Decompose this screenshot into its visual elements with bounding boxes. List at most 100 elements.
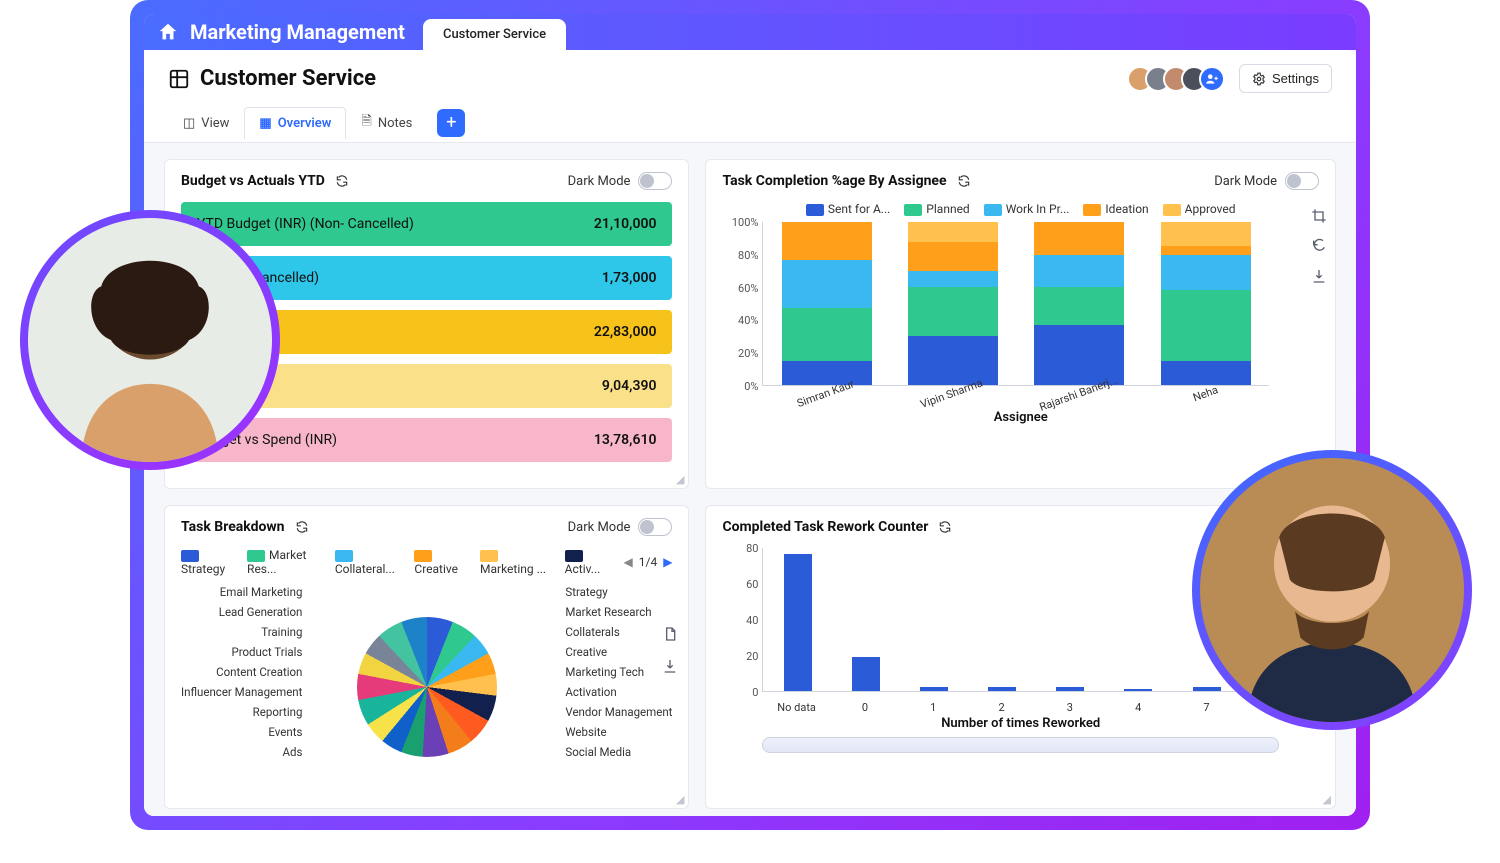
pie-label: Marketing Tech (565, 662, 672, 682)
x-tick-label: 2 (967, 701, 1035, 714)
darkmode-label: Dark Mode (1214, 174, 1277, 189)
panel-rework-title: Completed Task Rework Counter (722, 519, 928, 535)
decorative-avatar-left (20, 210, 280, 470)
panel-task-completion: Task Completion %age By Assignee Dark Mo… (705, 159, 1336, 489)
stacked-bar[interactable] (1034, 222, 1124, 385)
darkmode-toggle[interactable] (1285, 172, 1319, 190)
bar[interactable] (773, 554, 821, 691)
dashboard-grid: Budget vs Actuals YTD Dark Mode YTD Budg… (144, 143, 1356, 816)
subtab-notes[interactable]: 🗎 Notes (346, 103, 427, 142)
page-title-text: Customer Service (200, 66, 376, 91)
x-tick-label: 1 (899, 701, 967, 714)
settings-button[interactable]: Settings (1239, 64, 1332, 93)
legend-item[interactable]: Strategy (181, 548, 237, 576)
stacked-bar[interactable] (1161, 222, 1251, 385)
budget-row-label: YTD Budget (INR) (Non- Cancelled) (197, 216, 414, 232)
legend-item[interactable]: Sent for A... (806, 202, 890, 216)
x-tick-label: 0 (831, 701, 899, 714)
y-tick-label: 40 (726, 614, 758, 627)
refresh-icon[interactable] (938, 520, 952, 534)
legend-item[interactable]: Ideation (1083, 202, 1148, 216)
add-tab-button[interactable]: + (437, 109, 465, 137)
y-tick-label: 0 (726, 686, 758, 699)
home-icon[interactable] (154, 18, 182, 46)
rotate-icon[interactable] (1311, 238, 1327, 254)
darkmode-label: Dark Mode (568, 520, 631, 535)
subtab-overview[interactable]: ▦ Overview (244, 107, 346, 139)
pie-label: Creative (565, 642, 672, 662)
legend-item[interactable]: Planned (904, 202, 969, 216)
pie-labels-right: StrategyMarket ResearchCollateralsCreati… (565, 582, 672, 762)
app-window: Marketing Management Customer Service Cu… (144, 14, 1356, 816)
bar[interactable] (1183, 687, 1231, 691)
add-member-icon[interactable] (1199, 66, 1225, 92)
pie-label: Reporting (181, 702, 302, 722)
pie-label: Collaterals (565, 622, 672, 642)
crop-icon[interactable] (1311, 208, 1327, 224)
refresh-icon[interactable] (335, 174, 349, 188)
bar[interactable] (1114, 689, 1162, 691)
panel-completion-title: Task Completion %age By Assignee (722, 173, 946, 189)
refresh-icon[interactable] (957, 174, 971, 188)
bar[interactable] (842, 657, 890, 691)
legend-item[interactable]: Collateral... (335, 548, 405, 576)
pie-labels-left: Email MarketingLead GenerationTrainingPr… (181, 582, 302, 762)
chevron-right-icon[interactable]: ▶ (663, 555, 672, 569)
budget-row[interactable]: Budget vs Spend (INR)13,78,610 (181, 418, 672, 462)
subtab-view[interactable]: ◫ View (168, 107, 244, 139)
bar[interactable] (910, 687, 958, 691)
pie-label: Training (181, 622, 302, 642)
y-tick-label: 100% (722, 216, 758, 229)
tab-customer-service[interactable]: Customer Service (423, 19, 566, 50)
chart-scrollbar[interactable] (762, 737, 1279, 753)
page-body: Customer Service (144, 50, 1356, 816)
pie-label: Email Marketing (181, 582, 302, 602)
download-icon[interactable] (1311, 268, 1327, 284)
bar[interactable] (1046, 687, 1094, 691)
chart-legend: Sent for A... Planned Work In Pr... Ideatio… (722, 202, 1319, 216)
darkmode-toggle[interactable] (638, 172, 672, 190)
x-tick-label: 7 (1172, 701, 1240, 714)
panel-breakdown-title: Task Breakdown (181, 519, 285, 535)
pager-text: 1/4 (639, 555, 657, 569)
member-avatars[interactable] (1135, 66, 1225, 92)
app-gradient-frame: Marketing Management Customer Service Cu… (130, 0, 1370, 830)
pie-label: Product Trials (181, 642, 302, 662)
y-tick-label: 60% (722, 282, 758, 295)
budget-row-value: 1,73,000 (602, 270, 657, 286)
darkmode-toggle[interactable] (638, 518, 672, 536)
window-top-row: Marketing Management Customer Service (144, 14, 1356, 50)
refresh-icon[interactable] (295, 520, 309, 534)
legend-item[interactable]: Market Res... (247, 548, 325, 576)
legend-item[interactable]: Marketing ... (480, 548, 555, 576)
page-header-right: Settings (1135, 64, 1332, 93)
download-icon[interactable] (662, 658, 678, 674)
x-tick-label: 3 (1036, 701, 1104, 714)
chevron-left-icon[interactable]: ◀ (624, 555, 633, 569)
y-tick-label: 0% (722, 380, 758, 393)
legend-item[interactable]: Activ... (565, 548, 614, 576)
bar[interactable] (978, 687, 1026, 691)
y-tick-label: 80 (726, 542, 758, 555)
page-title: Customer Service (168, 66, 376, 91)
legend-item[interactable]: Creative (414, 548, 470, 576)
y-tick-label: 20 (726, 650, 758, 663)
budget-row-value: 22,83,000 (594, 324, 657, 340)
resize-handle-icon: ◢ (676, 473, 684, 486)
legend-item[interactable]: Work In Pr... (984, 202, 1070, 216)
subtab-view-label: View (201, 116, 229, 131)
board-icon (168, 68, 190, 90)
legend-item[interactable]: Approved (1163, 202, 1236, 216)
stacked-bar[interactable] (908, 222, 998, 385)
pie-label: Ads (181, 742, 302, 762)
breadcrumb[interactable]: Marketing Management (190, 20, 405, 44)
darkmode-label: Dark Mode (568, 174, 631, 189)
y-tick-label: 40% (722, 314, 758, 327)
resize-handle-icon: ◢ (676, 793, 684, 806)
budget-row[interactable]: YTD Budget (INR) (Non- Cancelled)21,10,0… (181, 202, 672, 246)
stacked-bar[interactable] (782, 222, 872, 385)
pie-label: Activation (565, 682, 672, 702)
pie-label: Content Creation (181, 662, 302, 682)
budget-row-value: 9,04,390 (602, 378, 657, 394)
document-icon[interactable] (662, 626, 678, 642)
